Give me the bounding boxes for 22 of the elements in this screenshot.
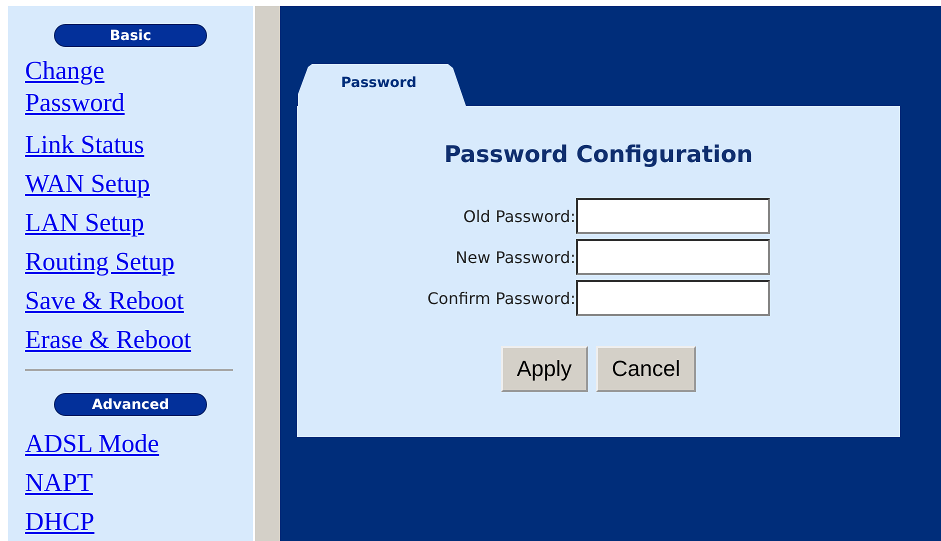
- panel-title: Password Configuration: [444, 142, 753, 168]
- nav-link[interactable]: WAN Setup: [25, 164, 150, 203]
- password-field[interactable]: [576, 280, 770, 316]
- tab[interactable]: Password: [298, 64, 468, 106]
- form-button[interactable]: Apply: [500, 346, 588, 392]
- nav-link[interactable]: Routing Setup: [25, 242, 175, 281]
- nav-link[interactable]: Save & Reboot: [25, 281, 184, 320]
- nav-link[interactable]: Link Status: [25, 125, 144, 164]
- nav-link[interactable]: LAN Setup: [25, 203, 144, 242]
- nav-link[interactable]: NAPT: [25, 463, 93, 502]
- nav-link[interactable]: ADSL Mode: [25, 424, 160, 463]
- section-heading: Basic: [54, 24, 207, 47]
- password-field[interactable]: [576, 239, 770, 275]
- password-field[interactable]: [576, 198, 770, 234]
- field-label: Old Password:: [463, 206, 576, 226]
- section-heading: Advanced: [54, 393, 207, 416]
- nav-link[interactable]: Change Password: [25, 55, 145, 119]
- nav-link[interactable]: DHCP: [25, 502, 94, 541]
- field-label: Confirm Password:: [427, 288, 576, 308]
- nav-link[interactable]: Erase & Reboot: [25, 320, 192, 359]
- field-label: New Password:: [456, 248, 576, 266]
- form-button[interactable]: Cancel: [596, 346, 696, 392]
